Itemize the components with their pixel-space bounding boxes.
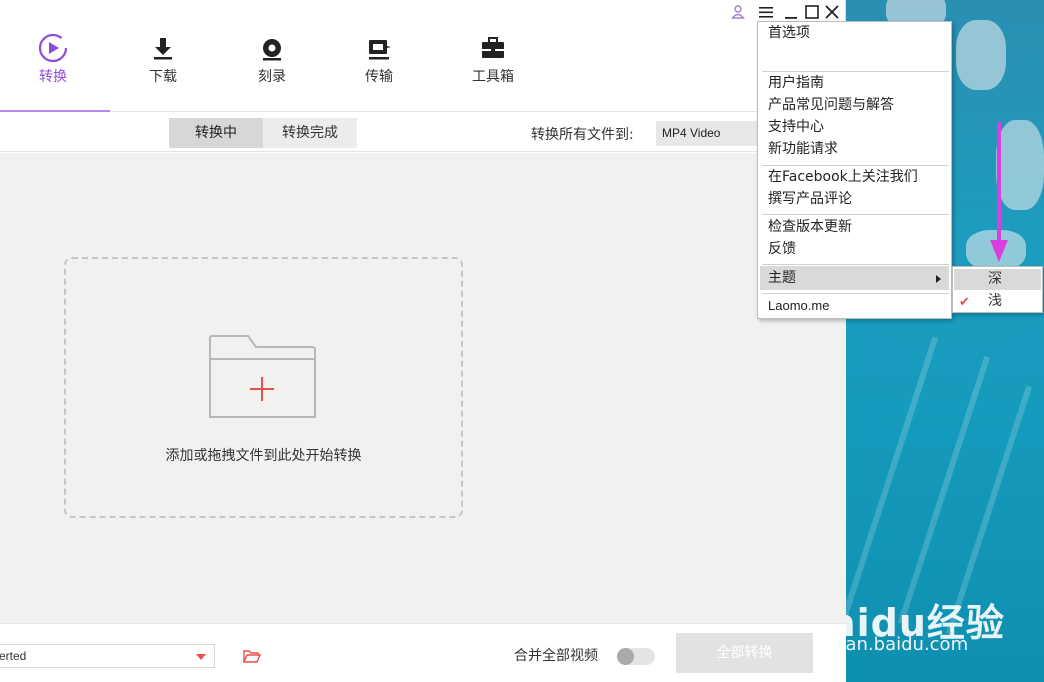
nav-download-label: 下载 [149,69,177,85]
main-toolbar: 转换 下载 刻录 传输 工具箱 [0,0,846,112]
main-menu-dropdown: 首选项 用户指南 产品常见问题与解答 支持中心 新功能请求 在Facebook上… [757,21,952,319]
output-format-select[interactable]: MP4 Video [656,121,766,146]
main-content: 添加或拖拽文件到此处开始转换 [0,153,846,623]
nav-burn[interactable]: 刻录 [222,32,322,86]
menu-item-faq[interactable]: 产品常见问题与解答 [768,94,894,116]
tab-converting[interactable]: 转换中 [169,118,263,148]
nav-convert-label: 转换 [39,69,67,85]
nav-transfer[interactable]: 传输 [329,32,429,86]
status-subbar: 转换中 转换完成 转换所有文件到: MP4 Video [0,112,846,152]
menu-item-review[interactable]: 撰写产品评论 [768,188,852,210]
annotation-arrow-icon [990,122,1008,262]
burn-disc-icon [263,39,281,61]
theme-dark-option[interactable]: 深 [988,268,1002,290]
menu-item-support[interactable]: 支持中心 [768,116,824,138]
menu-separator [762,264,949,265]
menu-item-check-update[interactable]: 检查版本更新 [768,216,852,238]
maximize-icon[interactable] [804,4,820,20]
bottom-bar: erted 合并全部视频 全部转换 [0,623,846,682]
file-dropzone[interactable]: 添加或拖拽文件到此处开始转换 [64,257,463,518]
submenu-arrow-icon [936,275,941,283]
nav-transfer-label: 传输 [365,69,393,85]
download-icon [154,38,172,60]
tab-completed[interactable]: 转换完成 [263,118,357,148]
convert-all-button[interactable]: 全部转换 [676,633,813,673]
menu-separator [762,214,949,215]
convert-icon [38,33,68,63]
minimize-icon[interactable] [783,4,799,20]
output-folder-value: erted [0,649,27,663]
nav-download[interactable]: 下载 [113,32,213,86]
nav-convert[interactable]: 转换 [3,32,103,86]
app-window: 转换 下载 刻录 传输 工具箱 转换中 转换完成 转换所有文件到: MP4 Vi… [0,0,846,682]
nav-toolbox-label: 工具箱 [472,69,514,85]
convert-all-to-label: 转换所有文件到: [531,127,634,143]
merge-all-label: 合并全部视频 [514,648,598,664]
theme-submenu: 深 ✔ 浅 [952,266,1043,313]
chevron-down-icon [196,654,206,660]
nav-burn-label: 刻录 [258,69,286,85]
menu-item-feedback[interactable]: 反馈 [768,238,796,260]
menu-item-feature-request[interactable]: 新功能请求 [768,138,838,160]
menu-separator [762,293,949,294]
dropzone-hint: 添加或拖拽文件到此处开始转换 [165,448,362,464]
merge-toggle[interactable] [617,648,655,665]
open-folder-icon[interactable] [243,649,261,663]
menu-item-laomo[interactable]: Laomo.me [768,295,829,317]
close-icon[interactable] [824,4,840,20]
nav-toolbox[interactable]: 工具箱 [443,32,543,86]
user-icon[interactable] [730,4,746,20]
theme-light-option[interactable]: 浅 [988,290,1002,312]
menu-item-user-guide[interactable]: 用户指南 [768,72,824,94]
menu-item-facebook[interactable]: 在Facebook上关注我们 [768,166,918,188]
transfer-icon [369,40,391,60]
add-folder-icon [209,335,316,418]
output-folder-select[interactable]: erted [0,644,215,668]
menu-item-preferences[interactable]: 首选项 [768,22,810,44]
toolbox-icon [482,37,504,58]
check-icon: ✔ [959,295,970,310]
menu-icon[interactable] [758,4,774,20]
toggle-knob [617,648,634,665]
menu-item-theme[interactable]: 主题 [768,267,796,289]
